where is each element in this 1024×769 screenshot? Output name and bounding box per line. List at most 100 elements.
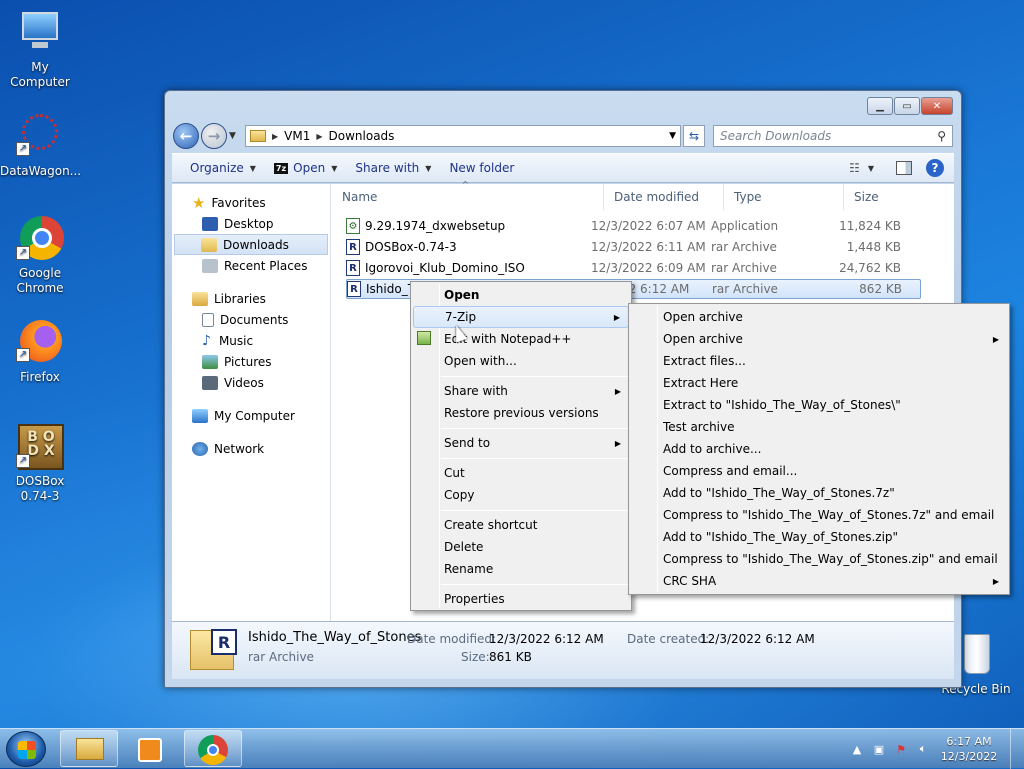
menu-item-send-to[interactable]: Send to ▶ [413,432,629,454]
nav-desktop[interactable]: Desktop [172,213,330,234]
start-button[interactable] [6,731,46,767]
submenu-open-archive-more[interactable]: Open archive ▶ [631,328,1007,350]
7zip-submenu: Open archive Open archive ▶ Extract files… [628,303,1010,595]
submenu-extract-to[interactable]: Extract to "Ishido_The_Way_of_Stones\" [631,394,1007,416]
computer-icon [16,8,64,56]
desktop-icon-dosbox[interactable]: B OD X ↗ DOSBox 0.74-3 [0,422,80,504]
show-hidden-icons-icon[interactable]: ▲ [850,742,864,756]
nav-my-computer[interactable]: My Computer [172,405,330,426]
menu-item-delete[interactable]: Delete [413,536,629,558]
taskbar-media-player-button[interactable] [122,730,180,767]
menu-item-copy[interactable]: Copy [413,484,629,506]
action-center-icon[interactable]: ⚑ [894,742,908,756]
new-folder-button[interactable]: New folder [449,161,514,175]
menu-item-7zip[interactable]: 7-Zip ▶ [413,306,629,328]
nav-label: Favorites [211,195,266,210]
share-with-button[interactable]: Share with ▼ [355,161,431,175]
nav-network[interactable]: Network [172,438,330,459]
submenu-test-archive[interactable]: Test archive [631,416,1007,438]
table-row[interactable]: ⚙ 9.29.1974_dxwebsetup 12/3/2022 6:07 AM … [346,216,921,236]
rar-archive-icon: R [346,239,360,255]
network-icon [192,441,208,456]
pictures-icon [202,354,218,369]
submenu-compress-zip-email[interactable]: Compress to "Ishido_The_Way_of_Stones.zi… [631,548,1007,570]
submenu-add-to-archive[interactable]: Add to archive... [631,438,1007,460]
menu-item-cut[interactable]: Cut [413,462,629,484]
command-bar: Organize ▼ 7z Open ▼ Share with ▼ New fo… [172,153,954,183]
nav-music[interactable]: ♪ Music [172,330,330,351]
forward-button[interactable]: → [201,123,227,149]
column-header-name[interactable]: Name ^ [332,180,604,210]
menu-item-restore-previous[interactable]: Restore previous versions [413,402,629,424]
menu-item-open[interactable]: Open [413,284,629,306]
submenu-extract-here[interactable]: Extract Here [631,372,1007,394]
submenu-extract-files[interactable]: Extract files... [631,350,1007,372]
nav-pictures[interactable]: Pictures [172,351,330,372]
chevron-down-icon: ▼ [249,163,256,173]
submenu-add-to-zip[interactable]: Add to "Ishido_The_Way_of_Stones.zip" [631,526,1007,548]
maximize-button[interactable]: ▭ [894,97,920,115]
menu-item-rename[interactable]: Rename [413,558,629,580]
back-button[interactable]: ← [173,123,199,149]
help-icon[interactable]: ? [926,159,944,177]
desktop-icon-datawagon[interactable]: ↗ DataWagon... [0,112,81,179]
chevron-right-icon[interactable]: ▶ [316,132,322,141]
submenu-compress-email[interactable]: Compress and email... [631,460,1007,482]
desktop-icon-google-chrome[interactable]: ↗ Google Chrome [0,214,80,296]
refresh-button[interactable]: ⇆ [683,125,705,147]
breadcrumb-downloads[interactable]: Downloads [329,129,395,143]
chevron-down-icon: ▼ [331,163,338,173]
recent-pages-dropdown[interactable]: ▼ [229,131,241,141]
nav-downloads[interactable]: Downloads [174,234,328,255]
desktop-icon-label: My Computer [10,60,70,89]
chevron-down-icon[interactable]: ▼ [669,131,676,141]
taskbar-chrome-button[interactable] [184,730,242,767]
breadcrumb-vm1[interactable]: VM1 [284,129,310,143]
menu-item-edit-notepad[interactable]: Edit with Notepad++ [413,328,629,350]
nav-libraries[interactable]: Libraries [172,288,330,309]
menu-item-create-shortcut[interactable]: Create shortcut [413,514,629,536]
desktop-icon-firefox[interactable]: ↗ Firefox [0,318,80,385]
media-player-icon [138,738,162,762]
taskbar-explorer-button[interactable] [60,730,118,767]
column-headers: Name ^ Date modified Type Size [332,180,954,210]
chevron-down-icon[interactable]: ▼ [868,164,874,173]
submenu-crc-sha[interactable]: CRC SHA ▶ [631,570,1007,592]
menu-item-open-with[interactable]: Open with... [413,350,629,372]
address-bar[interactable]: ▶ VM1 ▶ Downloads ▼ [245,125,681,147]
nav-videos[interactable]: Videos [172,372,330,393]
table-row[interactable]: R DOSBox-0.74-3 12/3/2022 6:11 AM rar Arc… [346,237,921,257]
nav-favorites[interactable]: ★ Favorites [172,192,330,213]
column-header-date[interactable]: Date modified [604,184,724,210]
rar-archive-icon: R [347,281,361,297]
libraries-icon [192,291,208,306]
search-input[interactable]: Search Downloads ⚲ [713,125,953,147]
desktop-icon-my-computer[interactable]: My Computer [0,8,80,90]
close-button[interactable]: ✕ [921,97,953,115]
column-header-size[interactable]: Size [844,184,954,210]
submenu-compress-7z-email[interactable]: Compress to "Ishido_The_Way_of_Stones.7z… [631,504,1007,526]
organize-button[interactable]: Organize ▼ [190,161,256,175]
notepad-plus-icon [417,331,431,345]
details-date-modified-label: Date modified: [407,632,497,646]
view-options-icon[interactable]: ☷ [849,161,860,175]
network-tray-icon[interactable]: ▣ [872,742,886,756]
table-row[interactable]: R Igorovoi_Klub_Domino_ISO 12/3/2022 6:09… [346,258,921,278]
clock[interactable]: 6:17 AM 12/3/2022 [934,734,1004,764]
column-header-type[interactable]: Type [724,184,844,210]
details-file-name: Ishido_The_Way_of_Stones [248,630,422,645]
system-tray: ▲ ▣ ⚑ 🔈︎ 6:17 AM 12/3/2022 [846,729,1024,769]
show-desktop-button[interactable] [1010,729,1024,769]
submenu-add-to-7z[interactable]: Add to "Ishido_The_Way_of_Stones.7z" [631,482,1007,504]
open-button[interactable]: 7z Open ▼ [273,161,338,175]
nav-recent-places[interactable]: Recent Places [172,255,330,276]
menu-item-properties[interactable]: Properties [413,588,629,610]
nav-documents[interactable]: Documents [172,309,330,330]
chevron-right-icon[interactable]: ▶ [272,132,278,141]
details-file-type: rar Archive [248,650,314,664]
submenu-open-archive[interactable]: Open archive [631,306,1007,328]
menu-item-share-with[interactable]: Share with ▶ [413,380,629,402]
volume-icon[interactable]: 🔈︎ [916,742,930,756]
preview-pane-icon[interactable] [896,161,912,175]
minimize-button[interactable]: ▁ [867,97,893,115]
